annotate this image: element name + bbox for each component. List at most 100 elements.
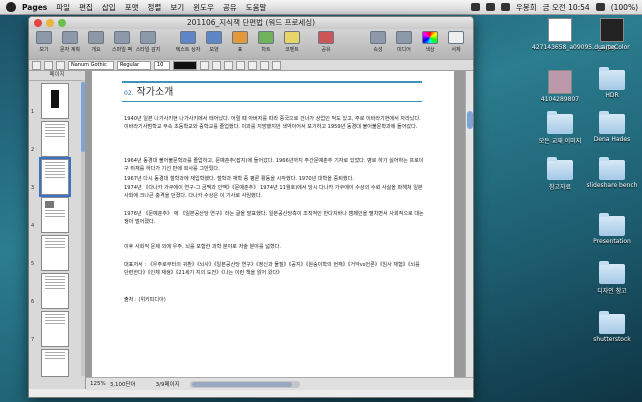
user-name[interactable]: 우봉희: [516, 2, 537, 13]
outline-button[interactable]: 개요: [84, 31, 108, 53]
media-button[interactable]: 미디어: [392, 31, 416, 53]
page-thumbnail[interactable]: [41, 83, 69, 119]
colors-button[interactable]: 색상: [418, 31, 442, 53]
minimize-button[interactable]: [46, 19, 54, 27]
menu-share[interactable]: 공유: [223, 2, 237, 13]
paragraph[interactable]: 1964년 동경대 불어불문학과를 졸업하고, 문예춘추(잡지)에 들어갔다. …: [124, 157, 424, 173]
underline-button[interactable]: [224, 60, 233, 70]
view-button[interactable]: 보기: [32, 31, 56, 53]
menu-view[interactable]: 보기: [170, 2, 184, 13]
inspector-icon: [370, 31, 386, 44]
page-thumbnail[interactable]: [41, 273, 69, 309]
style-detect-button[interactable]: 스타일 감지: [136, 31, 160, 53]
apple-menu-icon[interactable]: [6, 2, 16, 12]
document-page[interactable]: 02. 작가소개 1940년 일본 나가사키현 나가사키에서 태어났다. 어릴 때…: [92, 71, 454, 377]
paragraph[interactable]: 1976년 《문예춘추》 에 《일본공산당 연구》라는 글을 발표했다. 일본공…: [124, 210, 424, 226]
list-style-button[interactable]: [56, 60, 65, 70]
close-button[interactable]: [34, 19, 42, 27]
shape-button[interactable]: 모양: [202, 31, 226, 53]
folder-icon: [547, 157, 573, 180]
document-canvas[interactable]: 02. 작가소개 1940년 일본 나가사키현 나가사키에서 태어났다. 어릴 때…: [86, 71, 465, 377]
desktop-item[interactable]: duarteColor: [584, 18, 640, 51]
folder-icon: [599, 311, 625, 334]
page-number: 1: [31, 109, 35, 115]
desktop-item[interactable]: shutterstock: [584, 311, 640, 343]
comment-button[interactable]: 코멘트: [280, 31, 304, 53]
menu-arrange[interactable]: 정렬: [148, 2, 162, 13]
clock[interactable]: 금 오전 10:54: [543, 2, 590, 13]
menu-app[interactable]: Pages: [22, 3, 47, 12]
word-count[interactable]: 3,100단어: [110, 380, 136, 388]
menu-window[interactable]: 윈도우: [193, 2, 214, 13]
chart-icon: [258, 31, 274, 44]
document-scrollbar[interactable]: [465, 71, 473, 377]
sidebar-scrollbar[interactable]: [81, 80, 85, 376]
desktop-item[interactable]: 디자인 참고: [584, 261, 640, 295]
desktop-item[interactable]: Dena Hades: [584, 111, 640, 143]
menu-help[interactable]: 도움말: [246, 2, 267, 13]
align-center-button[interactable]: [248, 60, 257, 70]
fonts-icon: [448, 31, 464, 44]
page-thumbnail[interactable]: [41, 121, 69, 157]
bold-button[interactable]: [200, 60, 209, 70]
sections-button[interactable]: 문자 계획: [58, 31, 82, 53]
paragraph[interactable]: 대표저서 : 《우주로부터의 귀환》《뇌사》《일본공산당 연구》《정신과 물질》…: [124, 261, 424, 277]
page-number: 4: [31, 223, 35, 229]
text-color-well[interactable]: [173, 60, 197, 70]
menu-insert[interactable]: 삽입: [102, 2, 116, 13]
menu-edit[interactable]: 편집: [79, 2, 93, 13]
page-thumbnail[interactable]: [41, 235, 69, 271]
paragraph[interactable]: 1974년 《다나카 가쿠에이 연구-그 금맥과 인맥》《문예춘추》 1974년…: [124, 184, 424, 200]
inspector-button[interactable]: 속성: [366, 31, 390, 53]
paragraph-style-button[interactable]: [32, 60, 41, 70]
horizontal-scrollbar[interactable]: [189, 380, 300, 388]
chart-button[interactable]: 차트: [254, 31, 278, 53]
menu-format[interactable]: 포맷: [125, 2, 139, 13]
zoom-button[interactable]: [58, 19, 66, 27]
battery-percent: (100%): [610, 2, 638, 12]
smart-pack-button[interactable]: 스마일 팩: [110, 31, 134, 53]
window-titlebar[interactable]: 201106_지식책 단편법 (워드 프로세싱): [29, 17, 473, 29]
sidebar-scroll-thumb[interactable]: [81, 82, 85, 152]
page-thumbnail[interactable]: [41, 349, 69, 377]
wifi-icon[interactable]: [485, 3, 495, 11]
desktop-item[interactable]: 참고자료: [532, 157, 588, 191]
desktop-item[interactable]: 모든 교재 이미지: [532, 111, 588, 145]
page-thumbnails-sidebar: 페이지 1 2 3 4 5 6 7: [29, 71, 86, 389]
paragraph[interactable]: 1940년 일본 나가사키현 나가사키에서 태어났다. 어릴 때 아버지를 따라…: [124, 115, 424, 131]
fonts-button[interactable]: 서체: [444, 31, 468, 53]
paragraph[interactable]: 1967년 다시 동경대 철학과에 재입학했다. 철학과 재학 중 평론 활동을…: [124, 175, 424, 183]
font-family-select[interactable]: Nanum Gothic: [68, 60, 114, 70]
cloud-icon[interactable]: [470, 3, 480, 11]
align-right-button[interactable]: [260, 60, 269, 70]
section-heading[interactable]: 02. 작가소개: [124, 83, 173, 98]
italic-button[interactable]: [212, 60, 221, 70]
share-button[interactable]: 공유: [314, 31, 338, 53]
align-left-button[interactable]: [236, 60, 245, 70]
menu-bar: Pages 파일 편집 삽입 포맷 정렬 보기 윈도우 공유 도움말 우봉희 금…: [0, 0, 642, 15]
desktop-item[interactable]: HDR: [584, 67, 640, 99]
zoom-level[interactable]: 125%: [90, 381, 106, 387]
paragraph[interactable]: 출처 : (위키피디아): [124, 296, 424, 304]
desktop-item[interactable]: slideshare bench: [584, 157, 640, 189]
justify-button[interactable]: [272, 60, 281, 70]
battery-icon[interactable]: [595, 3, 605, 11]
horizontal-scroll-thumb[interactable]: [191, 381, 292, 387]
desktop-item[interactable]: Presentation: [584, 213, 640, 245]
paragraph[interactable]: 이후 사회적 문제 외에 우주, 뇌를 포함한 과학 분야로 저술 분야를 넓혔…: [124, 243, 424, 251]
font-size-select[interactable]: 10: [154, 60, 170, 70]
char-style-button[interactable]: [44, 60, 53, 70]
page-indicator[interactable]: 3/9페이지: [156, 380, 180, 388]
volume-icon[interactable]: [500, 3, 510, 11]
font-style-select[interactable]: Regular: [117, 60, 151, 70]
desktop-item[interactable]: 4104289807: [532, 70, 588, 103]
page-thumbnail[interactable]: [39, 157, 71, 197]
desktop-item[interactable]: 427143658_a09095..._z.jpg: [532, 18, 615, 51]
page-thumbnail[interactable]: [41, 197, 69, 233]
document-scroll-thumb[interactable]: [467, 111, 473, 129]
menu-file[interactable]: 파일: [56, 2, 70, 13]
table-button[interactable]: 표: [228, 31, 252, 53]
sections-icon: [62, 31, 78, 44]
textbox-button[interactable]: 텍스트 상자: [176, 31, 200, 53]
page-thumbnail[interactable]: [41, 311, 69, 347]
